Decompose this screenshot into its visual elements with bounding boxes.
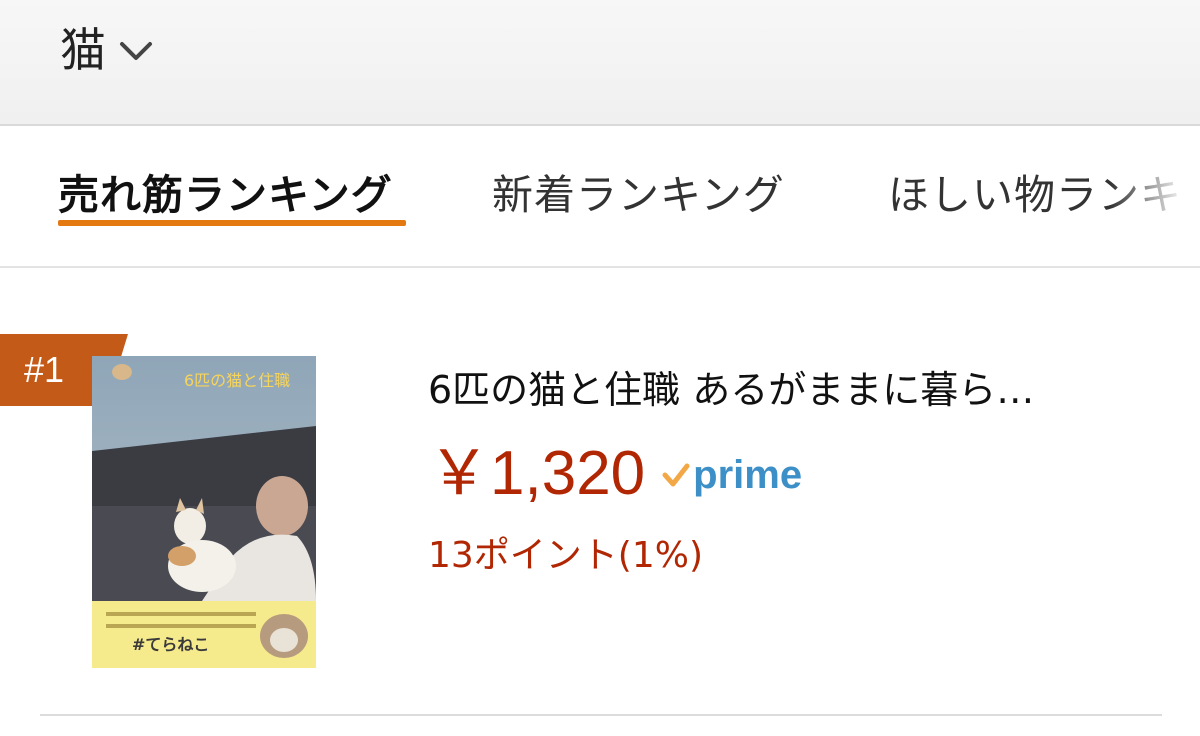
prime-check-icon xyxy=(662,463,690,487)
cover-tagline-text: #てらねこ xyxy=(132,635,209,654)
tab-scroll-fade xyxy=(1110,128,1200,264)
active-tab-indicator xyxy=(58,220,406,226)
prime-label: prime xyxy=(693,453,803,497)
ranking-tabs: 売れ筋ランキング 新着ランキング ほしい物ランキング xyxy=(0,128,1200,268)
chevron-down-icon xyxy=(120,42,152,60)
rank-number: #1 xyxy=(24,349,65,390)
reward-points: 13ポイント(1%) xyxy=(428,535,704,576)
category-label: 猫 xyxy=(60,23,106,77)
price-row: ￥1,320 prime xyxy=(428,436,802,512)
list-divider xyxy=(40,714,1162,716)
tab-bestsellers[interactable]: 売れ筋ランキング xyxy=(58,168,393,222)
cover-title-text: 6匹の猫と住職 xyxy=(184,371,290,390)
product-title[interactable]: 6匹の猫と住職 あるがままに暮ら… xyxy=(428,362,1148,418)
category-dropdown[interactable]: 猫 xyxy=(60,22,154,78)
prime-badge: prime xyxy=(661,451,802,499)
tab-new-releases[interactable]: 新着ランキング xyxy=(492,168,785,222)
product-price: ￥1,320 xyxy=(428,439,646,508)
top-header: 猫 xyxy=(0,0,1200,126)
book-cover-image[interactable]: 6匹の猫と住職 #てらねこ xyxy=(92,356,316,668)
